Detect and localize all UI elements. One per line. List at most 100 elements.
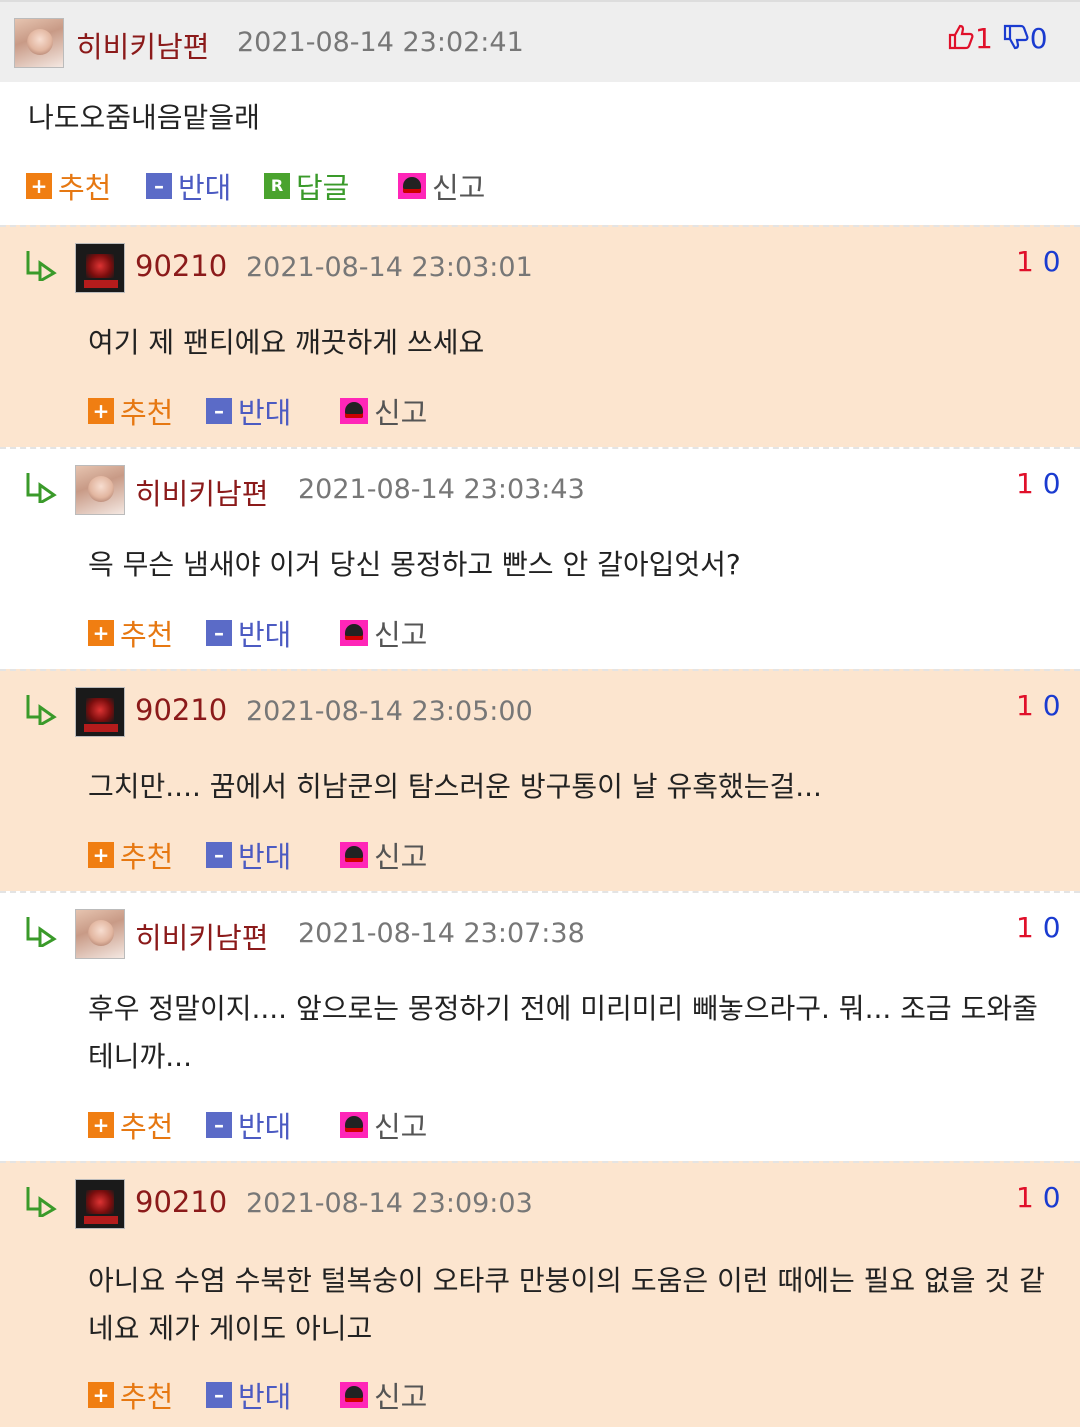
down-count[interactable]: 0: [1043, 911, 1061, 944]
reply-actions: + 추천 – 반대 신고: [88, 613, 508, 653]
report-label: 신고: [374, 1110, 428, 1144]
reply-nickname[interactable]: 히비키남편: [135, 915, 268, 957]
oppose-label: 반대: [238, 1110, 292, 1144]
plus-icon: +: [88, 842, 114, 868]
avatar[interactable]: [75, 687, 125, 737]
recommend-label: 추천: [120, 840, 174, 874]
siren-icon: [340, 842, 368, 868]
recommend-button[interactable]: + 추천: [88, 391, 173, 431]
report-label: 신고: [432, 171, 486, 205]
avatar[interactable]: [75, 243, 125, 293]
reply-nickname[interactable]: 히비키남편: [135, 471, 268, 513]
reply-text: 윽 무슨 냄새야 이거 당신 몽정하고 빤스 안 갈아입엇서?: [88, 548, 741, 581]
oppose-button[interactable]: – 반대: [146, 166, 231, 206]
reply-text: 후우 정말이지.... 앞으로는 몽정하기 전에 미리미리 빼놓으라구. 뭐..…: [88, 992, 1038, 1073]
report-label: 신고: [374, 396, 428, 430]
minus-icon: –: [206, 1112, 232, 1138]
up-count[interactable]: 1: [1016, 1181, 1034, 1214]
recommend-button[interactable]: + 추천: [88, 1375, 173, 1415]
oppose-button[interactable]: – 반대: [206, 391, 291, 431]
plus-icon: +: [88, 1112, 114, 1138]
reply-text: 그치만.... 꿈에서 히남쿤의 탐스러운 방구통이 날 유혹했는걸...: [88, 770, 822, 803]
reply-nickname[interactable]: 90210: [135, 693, 227, 727]
recommend-label: 추천: [120, 618, 174, 652]
up-count[interactable]: 1: [1016, 911, 1034, 944]
reply-item: 90210 2021-08-14 23:09:03 1 0 아니요 수염 수북한…: [0, 1161, 1080, 1427]
oppose-button[interactable]: – 반대: [206, 835, 291, 875]
avatar[interactable]: [75, 465, 125, 515]
recommend-button[interactable]: + 추천: [88, 835, 173, 875]
report-label: 신고: [374, 840, 428, 874]
down-count[interactable]: 0: [1043, 245, 1061, 278]
down-count: 0: [1029, 22, 1048, 55]
comment-nickname[interactable]: 히비키남편: [76, 24, 209, 66]
reply-arrow-icon: [26, 473, 57, 503]
report-label: 신고: [374, 618, 428, 652]
reply-date: 2021-08-14 23:07:38: [298, 918, 585, 949]
top-comment-header: 히비키남편 2021-08-14 23:02:41 1 0: [0, 0, 1080, 82]
reply-date: 2021-08-14 23:03:01: [246, 252, 533, 283]
oppose-button[interactable]: – 반대: [206, 1105, 291, 1145]
reply-votes: 1 0: [1016, 689, 1061, 722]
siren-icon: [340, 620, 368, 646]
thumbs-up-icon[interactable]: [947, 23, 975, 58]
reply-date: 2021-08-14 23:09:03: [246, 1188, 533, 1219]
reply-votes: 1 0: [1016, 467, 1061, 500]
down-count[interactable]: 0: [1043, 1181, 1061, 1214]
comment-actions: + 추천 – 반대 R 답글 신고: [26, 166, 526, 206]
minus-icon: –: [206, 1382, 232, 1408]
up-count[interactable]: 1: [1016, 245, 1034, 278]
siren-icon: [398, 173, 426, 199]
reply-button[interactable]: R 답글: [264, 166, 349, 206]
report-button[interactable]: 신고: [340, 1375, 427, 1415]
recommend-label: 추천: [58, 171, 112, 205]
reply-arrow-icon: [26, 251, 57, 281]
avatar[interactable]: [75, 1179, 125, 1229]
reply-votes: 1 0: [1016, 245, 1061, 278]
vote-counts: 1 0: [947, 22, 1048, 58]
oppose-label: 반대: [238, 1380, 292, 1414]
recommend-button[interactable]: + 추천: [88, 1105, 173, 1145]
avatar[interactable]: [75, 909, 125, 959]
oppose-button[interactable]: – 반대: [206, 1375, 291, 1415]
recommend-button[interactable]: + 추천: [26, 166, 111, 206]
report-button[interactable]: 신고: [340, 391, 427, 431]
comment-date: 2021-08-14 23:02:41: [237, 27, 524, 58]
report-button[interactable]: 신고: [340, 1105, 427, 1145]
reply-date: 2021-08-14 23:05:00: [246, 696, 533, 727]
reply-date: 2021-08-14 23:03:43: [298, 474, 585, 505]
recommend-label: 추천: [120, 1110, 174, 1144]
plus-icon: +: [88, 1382, 114, 1408]
reply-actions: + 추천 – 반대 신고: [88, 1105, 508, 1145]
oppose-label: 반대: [238, 618, 292, 652]
recommend-button[interactable]: + 추천: [88, 613, 173, 653]
reply-nickname[interactable]: 90210: [135, 249, 227, 283]
siren-icon: [340, 398, 368, 424]
reply-arrow-icon: [26, 917, 57, 947]
reply-nickname[interactable]: 90210: [135, 1185, 227, 1219]
reply-votes: 1 0: [1016, 911, 1061, 944]
thumbs-down-icon[interactable]: [1002, 23, 1030, 58]
down-count[interactable]: 0: [1043, 467, 1061, 500]
reply-label: 답글: [296, 171, 350, 205]
up-count[interactable]: 1: [1016, 467, 1034, 500]
avatar[interactable]: [14, 18, 64, 68]
minus-icon: –: [206, 842, 232, 868]
recommend-label: 추천: [120, 396, 174, 430]
plus-icon: +: [88, 398, 114, 424]
report-button[interactable]: 신고: [398, 166, 485, 206]
reply-text: 아니요 수염 수북한 털복숭이 오타쿠 만붕이의 도움은 이런 때에는 필요 없…: [88, 1264, 1045, 1345]
minus-icon: –: [206, 398, 232, 424]
reply-icon: R: [264, 173, 290, 199]
reply-item: 90210 2021-08-14 23:05:00 1 0 그치만.... 꿈에…: [0, 669, 1080, 891]
oppose-button[interactable]: – 반대: [206, 613, 291, 653]
oppose-label: 반대: [238, 396, 292, 430]
report-button[interactable]: 신고: [340, 835, 427, 875]
report-button[interactable]: 신고: [340, 613, 427, 653]
minus-icon: –: [146, 173, 172, 199]
reply-votes: 1 0: [1016, 1181, 1061, 1214]
oppose-label: 반대: [238, 840, 292, 874]
down-count[interactable]: 0: [1043, 689, 1061, 722]
up-count[interactable]: 1: [1016, 689, 1034, 722]
siren-icon: [340, 1112, 368, 1138]
